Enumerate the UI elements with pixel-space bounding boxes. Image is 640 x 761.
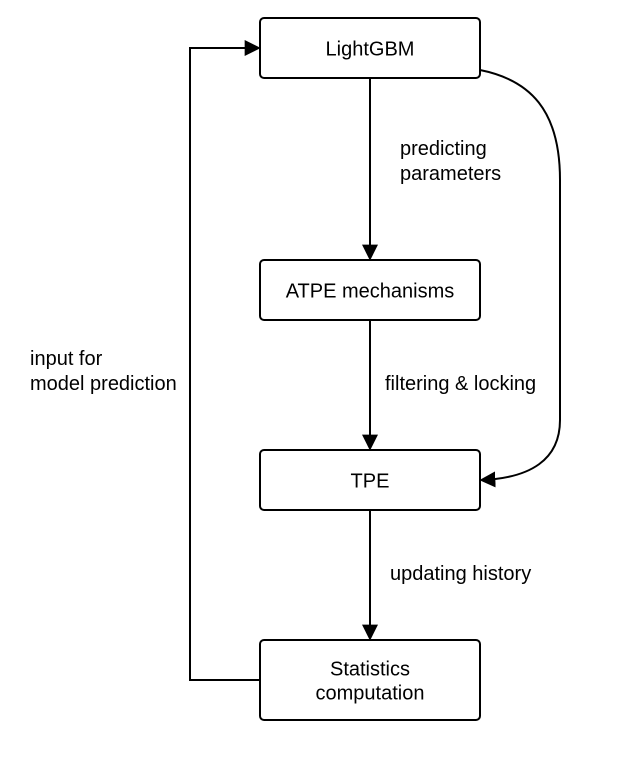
flow-diagram: LightGBM ATPE mechanisms TPE Statistics … <box>0 0 640 761</box>
edge-tpe-to-stats-label: updating history <box>390 563 531 585</box>
edge-stats-to-lightgbm <box>190 48 260 680</box>
edge-stats-to-lightgbm-label-l2: model prediction <box>30 373 177 395</box>
node-tpe-label: TPE <box>351 470 390 492</box>
edge-lightgbm-to-tpe <box>480 70 560 480</box>
edge-atpe-to-tpe-label: filtering & locking <box>385 373 536 395</box>
node-lightgbm-label: LightGBM <box>326 38 415 60</box>
node-statistics-label-l2: computation <box>316 682 425 704</box>
node-statistics-label-l1: Statistics <box>330 658 410 680</box>
edge-lightgbm-to-atpe-label-l2: parameters <box>400 163 501 185</box>
edge-stats-to-lightgbm-label-l1: input for <box>30 348 103 370</box>
edge-lightgbm-to-atpe-label-l1: predicting <box>400 138 487 160</box>
node-atpe-label: ATPE mechanisms <box>286 280 455 302</box>
